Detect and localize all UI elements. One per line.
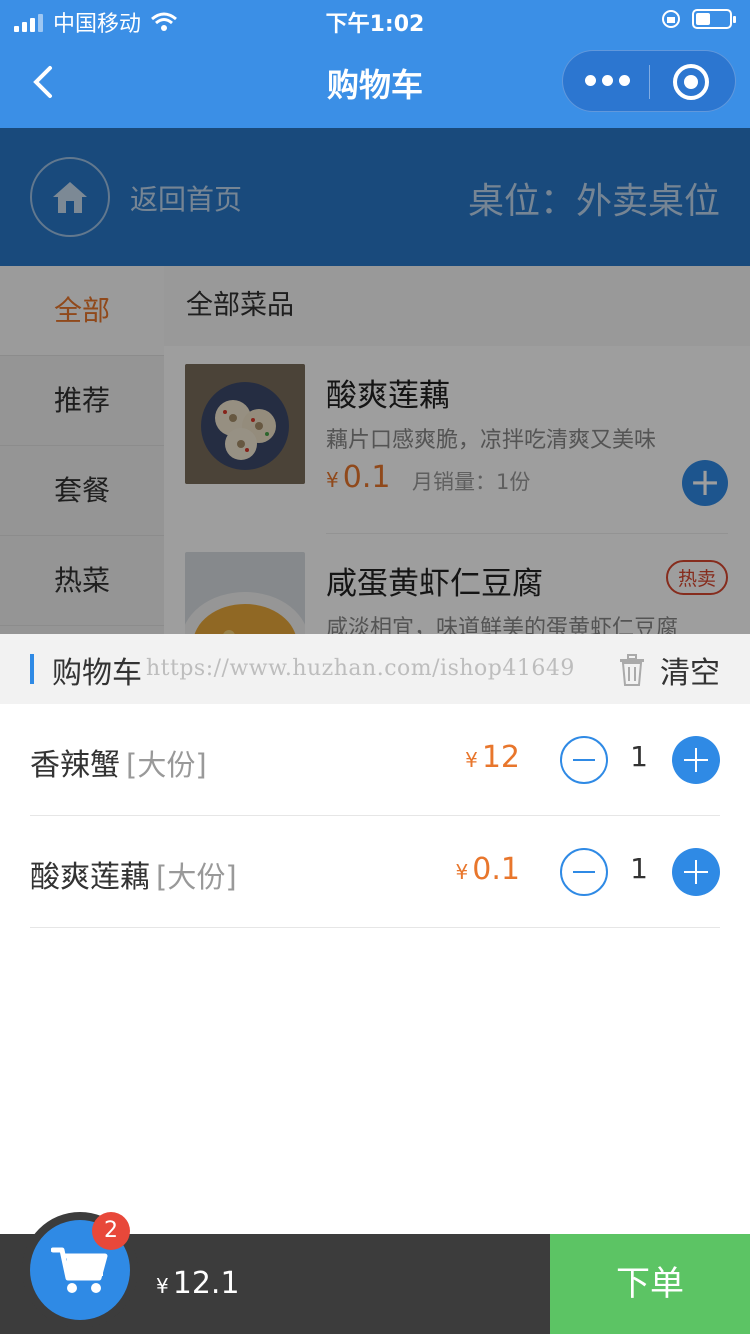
- cart-item-name: 香辣蟹 [大份]: [30, 748, 207, 783]
- decrease-quantity-button[interactable]: [560, 736, 608, 784]
- rotation-lock-icon: [662, 10, 680, 28]
- status-bar: 中国移动 下午1:02: [0, 0, 750, 40]
- cart-title: 购物车: [52, 656, 142, 691]
- trash-icon: [620, 654, 644, 686]
- decrease-quantity-button[interactable]: [560, 848, 608, 896]
- cart-item-price: ¥0.1: [455, 852, 520, 887]
- shopping-cart-icon: [51, 1247, 108, 1293]
- place-order-button[interactable]: 下单: [550, 1234, 750, 1334]
- more-icon[interactable]: [585, 75, 630, 86]
- menu-page-background: 返回首页 桌位：外卖桌位 全部 推荐 套餐 热菜 全部菜品 酸爽莲藕 藕片口感爽…: [0, 128, 750, 634]
- cart-total: ¥12.1: [156, 1266, 240, 1301]
- watermark-text: https://www.huzhan.com/ishop41649: [146, 656, 575, 681]
- cart-item: 酸爽莲藕 [大份] ¥0.1 1: [30, 816, 720, 928]
- cart-item: 香辣蟹 [大份] ¥12 1: [30, 704, 720, 816]
- cart-item-quantity: 1: [630, 852, 648, 885]
- increase-quantity-button[interactable]: [672, 736, 720, 784]
- close-miniprogram-icon[interactable]: [673, 64, 709, 100]
- cart-count-badge: 2: [92, 1212, 130, 1250]
- miniprogram-capsule: [562, 50, 736, 112]
- cart-item-name: 酸爽莲藕 [大份]: [30, 860, 237, 895]
- modal-mask[interactable]: [0, 128, 750, 634]
- battery-icon: [692, 9, 736, 29]
- nav-bar: 购物车: [0, 40, 750, 128]
- clear-cart-button[interactable]: 清空: [618, 648, 720, 692]
- clear-label: 清空: [660, 656, 720, 691]
- cart-panel: 购物车 https://www.huzhan.com/ishop41649 清空…: [0, 634, 750, 1234]
- cart-item-price: ¥12: [465, 740, 520, 775]
- cart-header: 购物车 https://www.huzhan.com/ishop41649 清空: [0, 634, 750, 704]
- increase-quantity-button[interactable]: [672, 848, 720, 896]
- cart-item-quantity: 1: [630, 740, 648, 773]
- status-time: 下午1:02: [325, 12, 425, 37]
